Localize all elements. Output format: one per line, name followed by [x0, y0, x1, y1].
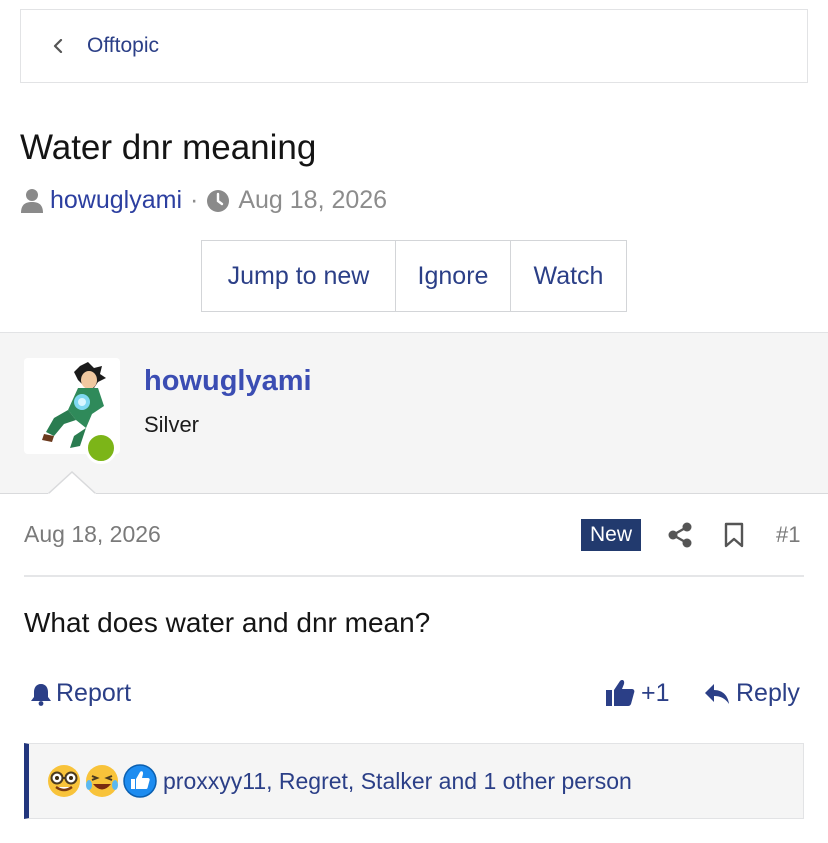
user-rank: Silver	[144, 412, 200, 437]
share-icon[interactable]	[668, 522, 692, 548]
report-button[interactable]: Report	[30, 679, 131, 708]
watch-button[interactable]: Watch	[511, 240, 627, 312]
page-title: Water dnr meaning	[20, 128, 317, 167]
laughing-crying-icon	[86, 765, 118, 797]
user-icon	[21, 188, 43, 213]
post-body: What does water and dnr mean?	[24, 607, 431, 638]
chevron-left-icon[interactable]	[51, 39, 65, 53]
like-count: +1	[641, 678, 670, 707]
post-number-link[interactable]: #1	[776, 522, 800, 548]
jump-to-new-button[interactable]: Jump to new	[201, 240, 396, 312]
meta-separator: ·	[190, 186, 199, 214]
panel-pointer	[48, 471, 96, 495]
post-date[interactable]: Aug 18, 2026	[24, 521, 161, 548]
thread-date[interactable]: Aug 18, 2026	[238, 186, 387, 215]
thread-author-link[interactable]: howuglyami	[50, 186, 182, 215]
reply-label: Reply	[736, 679, 800, 707]
new-badge: New	[581, 519, 641, 551]
post-username-link[interactable]: howuglyami	[144, 365, 312, 398]
breadcrumb-link-offtopic[interactable]: Offtopic	[87, 34, 159, 58]
reactors-list-link[interactable]: proxxyy11, Regret, Stalker and 1 other p…	[163, 768, 632, 795]
like-button[interactable]: +1	[605, 678, 670, 708]
nerd-face-icon	[48, 765, 80, 797]
thumbs-up-icon	[606, 680, 635, 706]
reply-arrow-icon	[705, 683, 729, 704]
report-label: Report	[56, 679, 132, 707]
bookmark-icon[interactable]	[724, 522, 744, 548]
breadcrumb: Offtopic	[20, 9, 808, 83]
reply-button[interactable]: Reply	[704, 679, 800, 708]
post-user-panel: howuglyami Silver	[0, 332, 828, 494]
like-icon	[123, 764, 157, 798]
online-status-indicator	[85, 432, 117, 464]
bell-icon	[31, 683, 51, 706]
reactions-bar[interactable]: proxxyy11, Regret, Stalker and 1 other p…	[24, 743, 804, 819]
thread-meta: howuglyami · Aug 18, 2026	[20, 186, 387, 215]
clock-icon	[207, 189, 230, 212]
thread-actions: Jump to new Ignore Watch	[201, 240, 627, 312]
ignore-button[interactable]: Ignore	[396, 240, 511, 312]
post-divider	[24, 575, 804, 577]
